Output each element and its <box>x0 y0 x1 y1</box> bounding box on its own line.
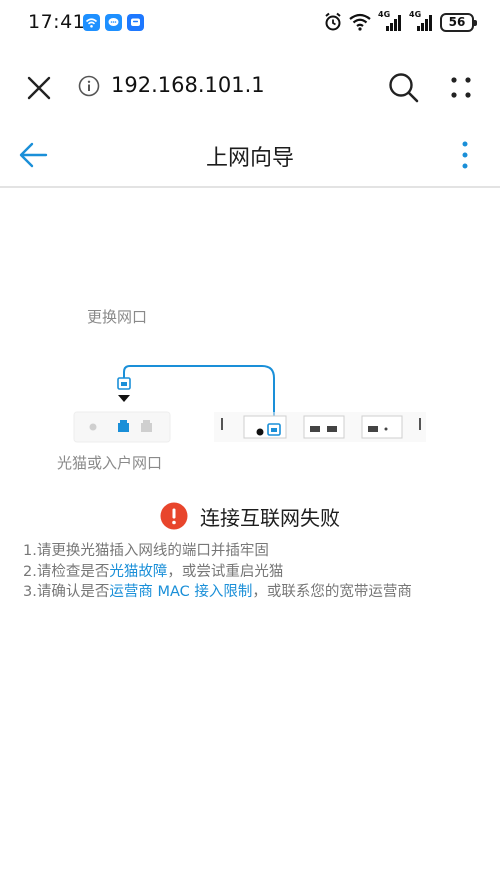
step-text: ，或尝试重启光猫 <box>167 563 284 580</box>
troubleshoot-steps: 1.请更换光猫插入网线的端口并插牢固 2.请检查是否光猫故障，或尝试重启光猫 3… <box>23 541 493 603</box>
battery-indicator: 56 <box>440 12 477 32</box>
step-text: ，或联系您的宽带运营商 <box>252 584 412 600</box>
mac-restriction-link[interactable]: 运营商 MAC 接入限制 <box>109 584 252 600</box>
message-app-icon <box>105 14 122 31</box>
error-message: 连接互联网失败 <box>0 498 500 534</box>
modem-port-label: 光猫或入户网口 <box>57 454 163 472</box>
step-text: 3.请确认是否 <box>23 584 110 600</box>
status-time: 17:41 <box>28 11 86 33</box>
connection-illustration: 更换网口 光猫或入户网口 <box>0 190 500 490</box>
step-item: 1.请更换光猫插入网线的端口并插牢固 <box>23 541 493 562</box>
browser-url-bar: 192.168.101.1 <box>0 58 500 116</box>
kebab-menu-icon[interactable] <box>452 140 478 170</box>
step-text: 2.请检查是否 <box>23 563 110 580</box>
modem-fault-link[interactable]: 光猫故障 <box>109 564 167 580</box>
status-bar: 17:41 4G 4G 56 <box>0 0 500 46</box>
url-address[interactable]: 192.168.101.1 <box>111 73 265 97</box>
search-icon[interactable] <box>386 70 422 106</box>
alarm-icon <box>324 12 342 32</box>
info-icon[interactable] <box>78 75 100 97</box>
cable-diagram <box>73 365 426 443</box>
step-item: 3.请确认是否运营商 MAC 接入限制，或联系您的宽带运营商 <box>23 582 493 603</box>
page-title: 上网向导 <box>205 146 294 171</box>
wifi-signal-icon <box>349 13 371 31</box>
page-header: 上网向导 <box>0 124 500 188</box>
cell-signal-icon-sim1: 4G <box>378 10 402 32</box>
error-title: 连接互联网失败 <box>200 505 340 530</box>
error-icon <box>160 502 188 530</box>
wifi-app-icon <box>83 14 100 31</box>
chat-app-icon <box>127 14 144 31</box>
cell-signal-icon-sim2: 4G <box>409 10 433 32</box>
step-item: 2.请检查是否光猫故障，或尝试重启光猫 <box>23 562 493 583</box>
close-icon[interactable] <box>22 71 56 105</box>
step-text: 1.请更换光猫插入网线的端口并插牢固 <box>23 543 269 559</box>
more-dots-icon[interactable] <box>446 73 476 103</box>
